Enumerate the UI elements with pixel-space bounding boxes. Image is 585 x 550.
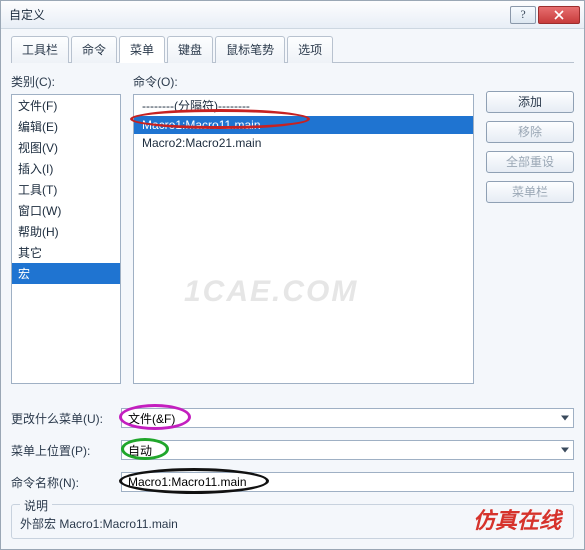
tab-options[interactable]: 选项 — [287, 36, 333, 63]
action-buttons-column: 添加 移除 全部重设 菜单栏 — [486, 73, 574, 384]
tab-toolbar[interactable]: 工具栏 — [11, 36, 69, 63]
change-menu-row: 更改什么菜单(U): 文件(&F) — [11, 408, 574, 428]
list-item[interactable]: 文件(F) — [12, 95, 120, 116]
commands-label: 命令(O): — [133, 73, 474, 90]
menu-pos-combo[interactable]: 自动 — [121, 440, 574, 460]
menu-pos-value: 自动 — [128, 442, 152, 459]
reset-all-button[interactable]: 全部重设 — [486, 151, 574, 173]
close-button[interactable] — [538, 6, 580, 24]
commands-column: 命令(O): --------(分隔符)-------- Macro1:Macr… — [133, 73, 474, 384]
list-item[interactable]: 编辑(E) — [12, 116, 120, 137]
dialog-body: 工具栏 命令 菜单 键盘 鼠标笔势 选项 类别(C): 文件(F) 编辑(E) … — [1, 29, 584, 549]
categories-column: 类别(C): 文件(F) 编辑(E) 视图(V) 插入(I) 工具(T) 窗口(… — [11, 73, 121, 384]
list-item[interactable]: --------(分隔符)-------- — [134, 95, 473, 116]
list-item[interactable]: 工具(T) — [12, 179, 120, 200]
list-item[interactable]: 宏 — [12, 263, 120, 284]
tab-strip: 工具栏 命令 菜单 键盘 鼠标笔势 选项 — [11, 35, 574, 63]
list-item[interactable]: 窗口(W) — [12, 200, 120, 221]
cmd-name-input[interactable]: Macro1:Macro11.main — [121, 472, 574, 492]
main-row: 类别(C): 文件(F) 编辑(E) 视图(V) 插入(I) 工具(T) 窗口(… — [11, 73, 574, 384]
titlebar: 自定义 ? — [1, 1, 584, 29]
change-menu-label: 更改什么菜单(U): — [11, 410, 121, 427]
categories-listbox[interactable]: 文件(F) 编辑(E) 视图(V) 插入(I) 工具(T) 窗口(W) 帮助(H… — [11, 94, 121, 384]
remove-button[interactable]: 移除 — [486, 121, 574, 143]
list-item[interactable]: 帮助(H) — [12, 221, 120, 242]
menubar-button[interactable]: 菜单栏 — [486, 181, 574, 203]
list-item[interactable]: Macro2:Macro21.main — [134, 134, 473, 152]
tab-menu[interactable]: 菜单 — [119, 36, 165, 63]
dialog-title: 自定义 — [9, 6, 508, 23]
tab-mouse-gesture[interactable]: 鼠标笔势 — [215, 36, 285, 63]
cmd-name-row: 命令名称(N): Macro1:Macro11.main — [11, 472, 574, 492]
categories-label: 类别(C): — [11, 73, 121, 90]
chevron-down-icon — [561, 416, 569, 421]
watermark-text: 1CAE.COM — [184, 275, 358, 309]
change-menu-combo[interactable]: 文件(&F) — [121, 408, 574, 428]
chevron-down-icon — [561, 448, 569, 453]
close-icon — [554, 10, 564, 20]
customize-dialog: 自定义 ? 工具栏 命令 菜单 键盘 鼠标笔势 选项 类别(C): 文件(F) … — [0, 0, 585, 550]
cmd-name-value: Macro1:Macro11.main — [128, 475, 247, 489]
list-item[interactable]: Macro1:Macro11.main — [134, 116, 473, 134]
menu-pos-row: 菜单上位置(P): 自动 — [11, 440, 574, 460]
description-title: 说明 — [20, 497, 52, 514]
list-item[interactable]: 其它 — [12, 242, 120, 263]
add-button[interactable]: 添加 — [486, 91, 574, 113]
cmd-name-label: 命令名称(N): — [11, 474, 121, 491]
help-button[interactable]: ? — [510, 6, 536, 24]
branding-text: 仿真在线 — [473, 503, 561, 535]
menu-pos-label: 菜单上位置(P): — [11, 442, 121, 459]
tab-keyboard[interactable]: 键盘 — [167, 36, 213, 63]
commands-listbox[interactable]: --------(分隔符)-------- Macro1:Macro11.mai… — [133, 94, 474, 384]
tab-command[interactable]: 命令 — [71, 36, 117, 63]
list-item[interactable]: 视图(V) — [12, 137, 120, 158]
change-menu-value: 文件(&F) — [128, 410, 175, 427]
list-item[interactable]: 插入(I) — [12, 158, 120, 179]
